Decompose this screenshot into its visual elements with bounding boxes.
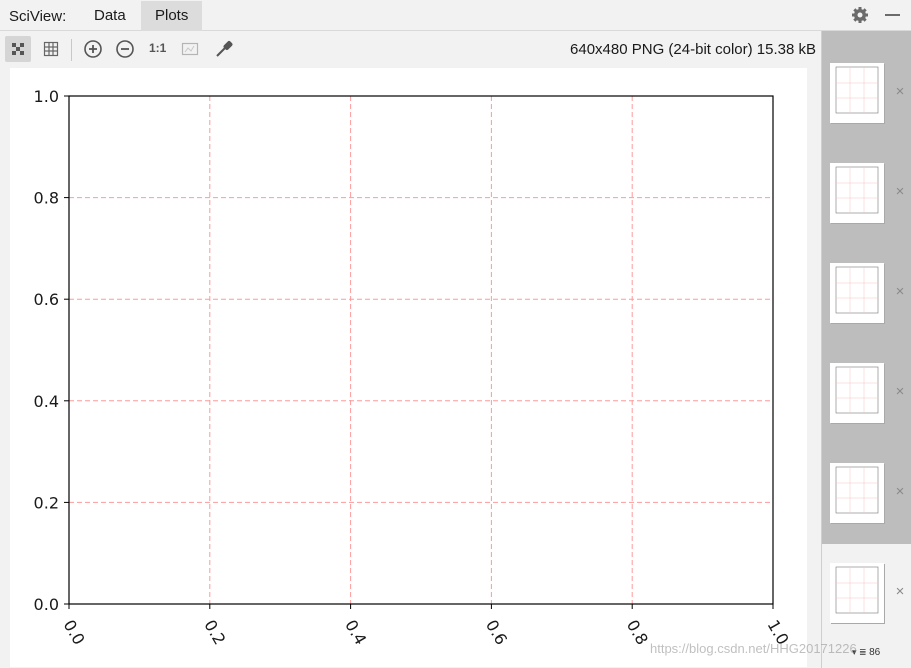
x-tick-label: 0.6: [482, 617, 511, 649]
y-tick-label: 0.0: [34, 595, 59, 614]
watermark-text: https://blog.csdn.net/HHG20171226: [650, 641, 857, 656]
plot-thumbnail[interactable]: [830, 63, 884, 123]
color-picker-icon[interactable]: [210, 36, 236, 62]
x-tick-label: 0.8: [623, 617, 652, 649]
image-info-text: 640x480 PNG (24-bit color) 15.38 kB: [570, 41, 816, 58]
close-icon[interactable]: ×: [894, 484, 906, 499]
axes-frame: [68, 95, 774, 605]
x-tick-label: 0.2: [200, 617, 229, 649]
tool-window-header: SciView: Data Plots: [0, 0, 911, 31]
close-icon[interactable]: ×: [894, 284, 906, 299]
fit-image-icon[interactable]: [177, 36, 203, 62]
close-icon[interactable]: ×: [894, 184, 906, 199]
zoom-in-icon[interactable]: [80, 36, 106, 62]
gear-icon[interactable]: [850, 5, 870, 25]
thumbnail-list[interactable]: × × × × ×: [822, 31, 911, 544]
plot-image: 0.0 0.2 0.4 0.6 0.8 1.0 0.0 0.2 0.4 0.6 0.8 1.0: [10, 68, 807, 667]
close-icon[interactable]: ×: [894, 384, 906, 399]
x-tick-label: 0.0: [60, 617, 89, 649]
table-grid-icon[interactable]: [38, 36, 64, 62]
plot-thumbnail[interactable]: [830, 163, 884, 223]
y-tick-label: 0.8: [34, 189, 59, 208]
image-viewer: 0.0 0.2 0.4 0.6 0.8 1.0 0.0 0.2 0.4 0.6 0.8 1.0: [0, 67, 820, 668]
toolbar-separator: [71, 39, 72, 61]
actual-size-label: 1:1: [149, 41, 167, 55]
y-tick-label: 0.6: [34, 290, 59, 309]
zoom-out-icon[interactable]: [112, 36, 138, 62]
image-toolbar: 1:1 640x480 PNG (24-bit color) 15.38 kB: [0, 31, 820, 66]
app-title: SciView:: [9, 8, 67, 25]
x-tick-label: 0.4: [341, 617, 370, 649]
y-tick-label: 0.2: [34, 493, 59, 512]
page-indicator-value: 86: [869, 647, 881, 658]
close-icon[interactable]: ×: [894, 84, 906, 99]
actual-size-icon[interactable]: 1:1: [144, 36, 170, 62]
plot-chart: 0.00.20.40.60.81.00.0 0.2 0.4 0.6 0.8 1.0: [34, 87, 793, 649]
plot-thumbnail[interactable]: [830, 563, 884, 623]
thumbnail-panel: × × × × × × ▾ ≣ 86: [821, 31, 911, 668]
plot-thumbnail[interactable]: [830, 463, 884, 523]
grid-toggle-icon[interactable]: [5, 36, 31, 62]
plot-thumbnail[interactable]: [830, 263, 884, 323]
y-tick-label: 0.4: [34, 392, 59, 411]
plot-thumbnail[interactable]: [830, 363, 884, 423]
tab-data[interactable]: Data: [80, 1, 140, 31]
close-icon[interactable]: ×: [894, 584, 906, 599]
tab-plots[interactable]: Plots: [141, 1, 203, 31]
minimize-icon[interactable]: [883, 5, 903, 25]
y-tick-label: 1.0: [34, 87, 59, 106]
